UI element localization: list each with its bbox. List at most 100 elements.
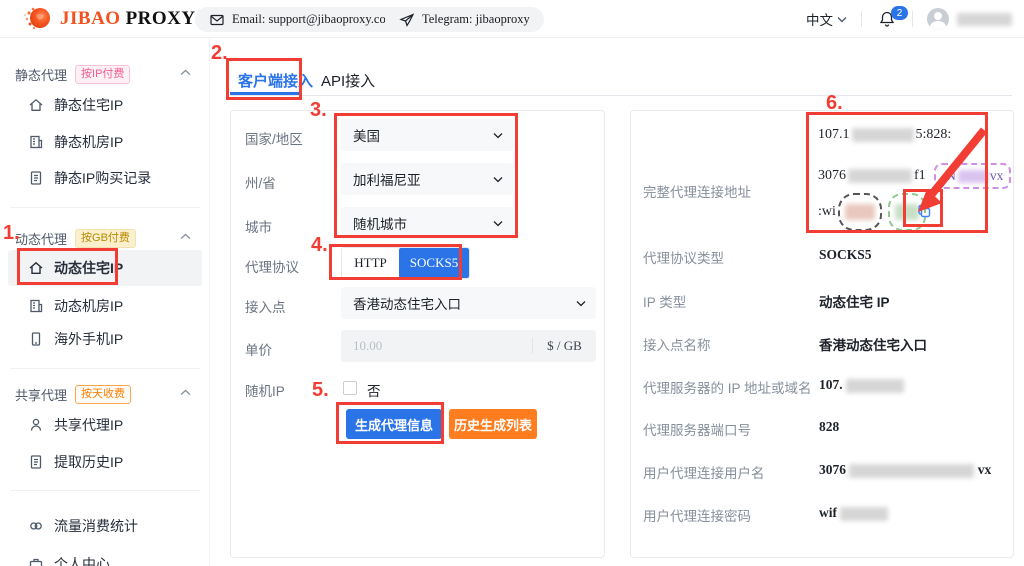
endpoint-select[interactable]: 香港动态住宅入口 bbox=[341, 287, 596, 319]
chevron-up-icon[interactable] bbox=[180, 69, 191, 76]
sidebar-item-static-ip-purchase-history[interactable]: 静态IP购买记录 bbox=[8, 160, 202, 196]
protocol-toggle: HTTP SOCKS5 bbox=[341, 247, 470, 279]
chevron-up-icon[interactable] bbox=[180, 233, 191, 240]
session-tag-suffix: vx bbox=[990, 168, 1004, 184]
sidebar-section-static[interactable]: 静态代理 按IP付费 bbox=[15, 65, 130, 84]
state-label: 州/省 bbox=[245, 172, 276, 192]
chevron-down-icon bbox=[837, 16, 847, 23]
section-badge-pay-per-gb: 按GB付费 bbox=[75, 229, 136, 248]
notifications-button[interactable]: 2 bbox=[862, 10, 912, 28]
server-ip-label: 代理服务器的 IP 地址或域名 bbox=[643, 377, 812, 397]
address-redacted bbox=[852, 128, 914, 142]
document-icon bbox=[28, 170, 44, 186]
state-value: 加利福尼亚 bbox=[353, 169, 421, 189]
step-5-number: 5. bbox=[312, 379, 329, 402]
telegram-plane-icon bbox=[399, 12, 415, 28]
chevron-up-icon[interactable] bbox=[180, 389, 191, 396]
email-contact-text: Email: support@jibaoproxy.com bbox=[232, 12, 395, 27]
sidebar-item-label: 动态住宅IP bbox=[54, 258, 123, 278]
house-icon bbox=[28, 260, 44, 276]
username-label: 用户代理连接用户名 bbox=[643, 462, 765, 482]
user-avatar[interactable] bbox=[927, 8, 949, 30]
sidebar-item-label: 静态IP购买记录 bbox=[54, 168, 151, 188]
country-value: 美国 bbox=[353, 125, 380, 145]
tab-api-access[interactable]: API接入 bbox=[321, 70, 375, 91]
proxy-address-line-3: :wi bbox=[818, 193, 926, 231]
sidebar-item-label: 海外手机IP bbox=[54, 329, 123, 349]
email-contact-pill[interactable]: Email: support@jibaoproxy.com bbox=[195, 7, 409, 32]
traffic-stats-icon bbox=[28, 518, 44, 534]
protocol-option-http[interactable]: HTTP bbox=[342, 248, 399, 278]
server-ip-redacted bbox=[846, 379, 904, 393]
sidebar-nav: 静态代理 按IP付费 静态住宅IP 静态机房IP 静态IP购买记录 动态代理 按… bbox=[0, 38, 210, 566]
city-select[interactable]: 随机城市 bbox=[341, 207, 513, 239]
sidebar-item-extract-history-ip[interactable]: 提取历史IP bbox=[8, 444, 202, 480]
language-selector[interactable]: 中文 bbox=[792, 9, 861, 29]
random-ip-checkbox[interactable] bbox=[343, 381, 357, 395]
copy-address-button[interactable] bbox=[912, 199, 936, 223]
state-select[interactable]: 加利福尼亚 bbox=[341, 163, 513, 195]
house-icon bbox=[28, 97, 44, 113]
address-redacted bbox=[845, 204, 875, 220]
sidebar-section-dynamic[interactable]: 动态代理 按GB付费 bbox=[15, 229, 136, 248]
chevron-down-icon bbox=[493, 132, 503, 139]
proxy-address-line-2: 3076 f1 -N vx bbox=[818, 163, 1011, 189]
step-2-number: 2. bbox=[211, 42, 228, 65]
password-value: wif bbox=[819, 505, 888, 521]
protocol-option-socks5[interactable]: SOCKS5 bbox=[399, 248, 469, 278]
section-title: 共享代理 bbox=[15, 385, 67, 404]
sidebar-divider bbox=[10, 490, 200, 491]
sidebar-item-overseas-mobile-ip[interactable]: 海外手机IP bbox=[8, 321, 202, 357]
telegram-contact-text: Telegram: jibaoproxy bbox=[422, 12, 530, 27]
random-ip-option-label: 否 bbox=[367, 380, 381, 400]
city-label: 城市 bbox=[245, 216, 272, 236]
session-tag-redacted bbox=[958, 170, 988, 183]
sidebar-item-static-residential-ip[interactable]: 静态住宅IP bbox=[8, 87, 202, 123]
sidebar-item-static-datacenter-ip[interactable]: 静态机房IP bbox=[8, 124, 202, 160]
sidebar-item-traffic-stats[interactable]: 流量消费统计 bbox=[8, 508, 202, 544]
server-port-value: 828 bbox=[819, 419, 839, 435]
sidebar-item-personal-center[interactable]: 个人中心 bbox=[8, 546, 202, 566]
chevron-down-icon bbox=[493, 220, 503, 227]
document-icon bbox=[28, 454, 44, 470]
protocol-type-label: 代理协议类型 bbox=[643, 247, 724, 267]
address-pass-prefix: :wi bbox=[818, 204, 836, 220]
language-label: 中文 bbox=[806, 9, 833, 29]
generate-proxy-button[interactable]: 生成代理信息 bbox=[346, 409, 442, 439]
phone-icon bbox=[28, 331, 44, 347]
address-user-mid: f1 bbox=[914, 168, 926, 184]
sidebar-item-dynamic-residential-ip[interactable]: 动态住宅IP bbox=[8, 250, 202, 286]
step-1-number: 1. bbox=[3, 222, 20, 245]
username-suffix: vx bbox=[978, 462, 992, 477]
endpoint-name-label: 接入点名称 bbox=[643, 334, 711, 354]
full-address-label: 完整代理连接地址 bbox=[643, 181, 751, 201]
header-divider bbox=[912, 11, 913, 27]
sidebar-item-label: 流量消费统计 bbox=[54, 516, 138, 536]
sidebar-section-shared[interactable]: 共享代理 按天收费 bbox=[15, 385, 131, 404]
telegram-contact-pill[interactable]: Telegram: jibaoproxy bbox=[385, 7, 544, 32]
password-label: 用户代理连接密码 bbox=[643, 505, 751, 525]
sidebar-divider bbox=[10, 368, 200, 369]
section-badge-pay-per-day: 按天收费 bbox=[75, 385, 131, 404]
sidebar-item-shared-proxy-ip[interactable]: 共享代理IP bbox=[8, 407, 202, 443]
person-icon bbox=[28, 417, 44, 433]
address-redacted bbox=[848, 169, 912, 183]
sidebar-item-label: 共享代理IP bbox=[54, 415, 123, 435]
endpoint-label: 接入点 bbox=[245, 296, 286, 316]
header-right-group: 中文 2 bbox=[792, 0, 1018, 38]
random-ip-label: 随机IP bbox=[245, 380, 285, 400]
country-select[interactable]: 美国 bbox=[341, 119, 513, 151]
section-title: 动态代理 bbox=[15, 229, 67, 248]
building-icon bbox=[28, 298, 44, 314]
endpoint-name-value: 香港动态住宅入口 bbox=[819, 334, 927, 354]
tab-client-access[interactable]: 客户端接入 bbox=[238, 70, 313, 91]
brand-name-primary: JIBAO bbox=[60, 8, 121, 29]
history-list-button[interactable]: 历史生成列表 bbox=[449, 409, 537, 439]
notification-count-badge: 2 bbox=[891, 6, 908, 20]
highlight-oval-black bbox=[838, 193, 882, 231]
sidebar-item-label: 个人中心 bbox=[54, 554, 110, 566]
section-badge-pay-per-ip: 按IP付费 bbox=[75, 65, 130, 84]
brand-logo[interactable]: JIBAOPROXY bbox=[22, 3, 196, 35]
sidebar-item-dynamic-datacenter-ip[interactable]: 动态机房IP bbox=[8, 288, 202, 324]
app-screen: JIBAOPROXY Email: support@jibaoproxy.com… bbox=[0, 0, 1024, 566]
